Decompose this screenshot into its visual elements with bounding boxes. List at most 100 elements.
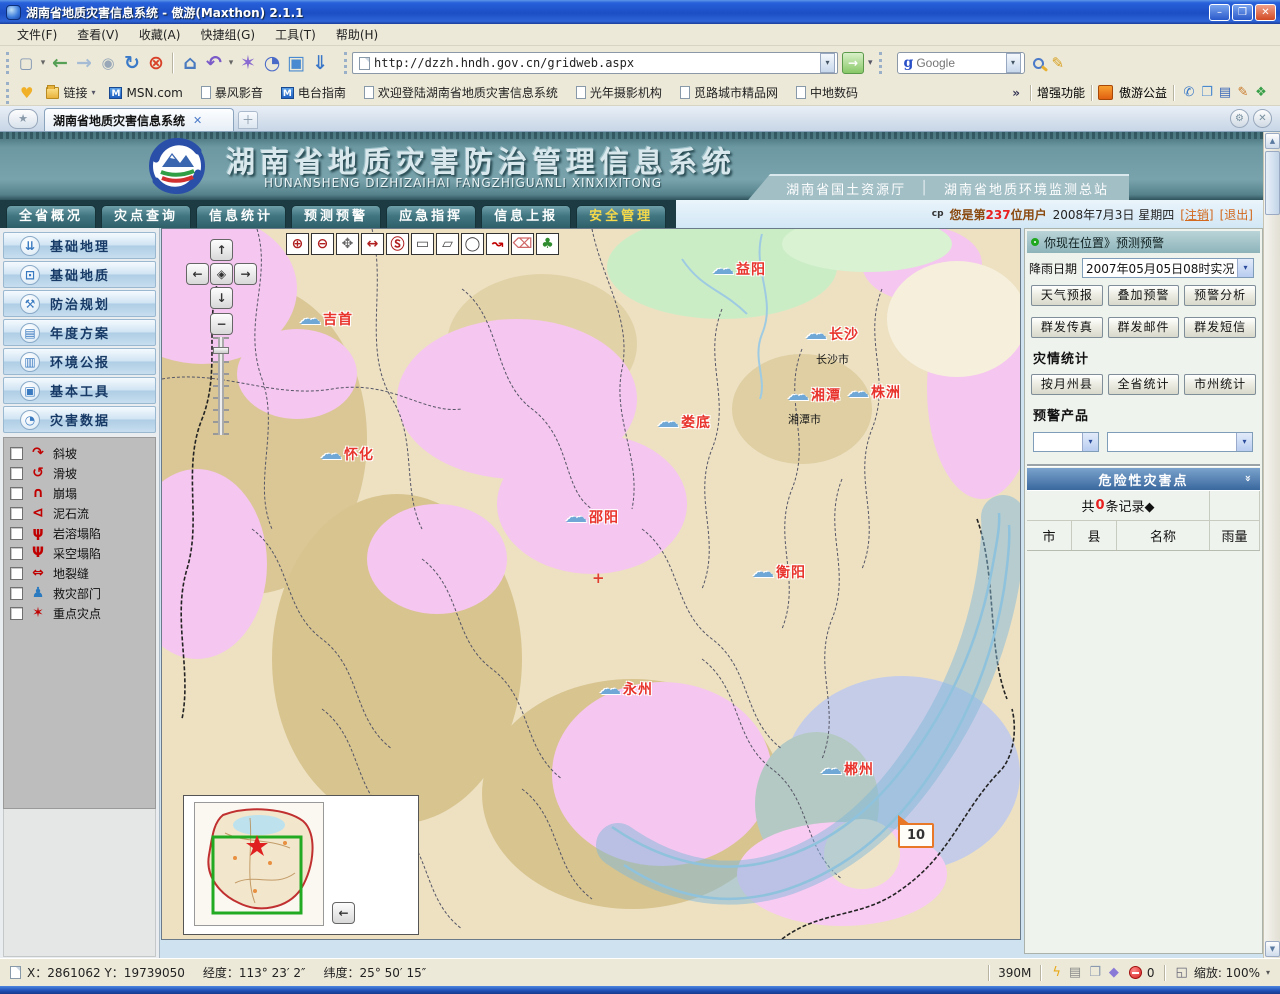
forward-button[interactable]: → — [72, 51, 96, 75]
undo-button[interactable]: ↶ — [202, 51, 226, 75]
bookmark-milu[interactable]: 觅路城市精品网 — [673, 84, 789, 101]
layer-checkbox[interactable] — [10, 607, 23, 620]
layer-tree-tool[interactable]: ♣ — [536, 233, 559, 255]
geo-env-monitor-link[interactable]: 湖南省地质环境监测总站 — [944, 179, 1109, 198]
layer-debris-flow[interactable]: ⊲ 泥石流 — [10, 503, 155, 523]
layer-collapse[interactable]: ∩ 崩塌 — [10, 483, 155, 503]
city-xiangtan[interactable]: ☁☁ 湘潭 — [787, 385, 841, 405]
pan-right-button[interactable]: → — [234, 263, 257, 285]
broadcast-action-button[interactable]: 群发短信 — [1184, 317, 1256, 338]
chevron-down-icon[interactable]: ▾ — [1237, 259, 1253, 277]
menu-item[interactable]: 文件(F) — [8, 24, 66, 45]
city-huaihua[interactable]: ☁☁ 怀化 — [320, 444, 374, 464]
layer-checkbox[interactable] — [10, 487, 23, 500]
city-yongzhou[interactable]: ☁☁ 永州 — [599, 679, 653, 699]
section-base-geology[interactable]: ⊡ 基础地质 — [3, 261, 156, 288]
layer-landslide[interactable]: ↺ 滑坡 — [10, 463, 155, 483]
scale-tool[interactable]: Ⓢ — [386, 233, 409, 255]
collapse-chevron-icon[interactable]: « — [1241, 473, 1254, 482]
pan-center-button[interactable]: ◈ — [210, 263, 233, 285]
measure-tool[interactable]: ↔ — [361, 233, 384, 255]
nav-tab-overview[interactable]: 全省概况 — [6, 205, 96, 228]
active-tab[interactable]: 湖南省地质灾害信息系统 ✕ — [44, 108, 234, 131]
layer-checkbox[interactable] — [10, 527, 23, 540]
notes-icon[interactable]: ▤ — [1216, 85, 1234, 100]
new-page-button[interactable]: ▢ — [14, 51, 38, 75]
stats-action-button[interactable]: 市州统计 — [1184, 374, 1256, 395]
cube-icon[interactable]: ❖ — [1252, 85, 1270, 100]
nav-tab-forecast[interactable]: 预测预警 — [291, 205, 381, 228]
eraser-tool[interactable]: ⌫ — [511, 233, 534, 255]
stop-button[interactable]: ⊗ — [144, 51, 168, 75]
overview-map[interactable] — [194, 802, 324, 926]
layer-checkbox[interactable] — [10, 567, 23, 580]
layer-checkbox[interactable] — [10, 587, 23, 600]
close-button[interactable]: ✕ — [1255, 4, 1276, 21]
new-window-icon[interactable]: ❐ — [1085, 965, 1105, 980]
undo-dropdown[interactable]: ▾ — [226, 51, 236, 75]
address-bar[interactable]: ▾ — [352, 52, 838, 74]
search-input[interactable] — [916, 56, 1005, 70]
danger-points-header[interactable]: 危险性灾害点 « — [1027, 468, 1260, 490]
pan-up-button[interactable]: ↑ — [210, 239, 233, 261]
forecast-action-button[interactable]: 预警分析 — [1184, 285, 1256, 306]
new-page-dropdown[interactable]: ▾ — [38, 51, 48, 75]
layer-rescue-dept[interactable]: ♟ 救灾部门 — [10, 583, 155, 603]
quit-link[interactable]: [退出] — [1220, 206, 1253, 223]
section-env-bulletin[interactable]: ▥ 环境公报 — [3, 348, 156, 375]
layer-karst-collapse[interactable]: ψ 岩溶塌陷 — [10, 523, 155, 543]
redline-tool[interactable]: ↝ — [486, 233, 509, 255]
section-disaster-data[interactable]: ◔ 灾害数据 — [3, 406, 156, 433]
inset-back-button[interactable]: ← — [332, 902, 355, 924]
toolbar-grip[interactable] — [6, 52, 9, 74]
lightning-icon[interactable]: ϟ — [1048, 965, 1065, 980]
bookmark-baofeng[interactable]: 暴风影音 — [194, 84, 274, 101]
minimize-button[interactable]: – — [1209, 4, 1230, 21]
city-chenzhou[interactable]: ☁☁ 郴州 — [820, 759, 874, 779]
rain-date-select[interactable]: 2007年05月05日08时实况 ▾ — [1082, 258, 1254, 278]
pan-tool[interactable]: ✥ — [336, 233, 359, 255]
menu-item[interactable]: 帮助(H) — [327, 24, 387, 45]
scroll-down-button[interactable]: ▼ — [1265, 941, 1280, 957]
window-switch-button[interactable]: ▣ — [284, 51, 308, 75]
tab-close-icon[interactable]: ✕ — [193, 114, 202, 127]
restore-button[interactable]: ❐ — [1232, 4, 1253, 21]
broadcast-action-button[interactable]: 群发邮件 — [1108, 317, 1180, 338]
zoom-slider[interactable] — [213, 337, 229, 435]
nav-tab-query[interactable]: 灾点查询 — [101, 205, 191, 228]
tab-panel-close-button[interactable]: ✕ — [1253, 109, 1272, 128]
go-button[interactable]: → — [842, 52, 864, 74]
highlighter-icon[interactable]: ✎ — [1052, 54, 1065, 72]
zoom-minus-button[interactable]: − — [210, 313, 233, 335]
logout-link[interactable]: [注销] — [1180, 206, 1213, 223]
menu-item[interactable]: 工具(T) — [266, 24, 325, 45]
resize-icon[interactable]: ◱ — [1172, 965, 1192, 980]
city-jishou[interactable]: ☁☁ 吉首 — [299, 309, 353, 329]
toolbar-separator[interactable] — [172, 52, 174, 74]
back-button[interactable]: ← — [48, 51, 72, 75]
favorites-star-button[interactable]: ★ — [8, 109, 38, 129]
addressbar-grip[interactable] — [344, 52, 347, 74]
search-grip[interactable] — [879, 52, 882, 74]
go-dropdown[interactable]: ▾ — [864, 58, 877, 68]
zoom-in-tool[interactable]: ⊕ — [286, 233, 309, 255]
nav-tab-stats[interactable]: 信息统计 — [196, 205, 286, 228]
scroll-thumb[interactable] — [1265, 151, 1280, 215]
warning-flag-marker[interactable]: 10 — [898, 823, 934, 848]
product-select-1[interactable]: ▾ — [1033, 432, 1099, 452]
map-area[interactable]: ⊕⊖✥↔Ⓢ▭▱◯↝⌫♣ ↑←◈→↓− ☁☁ 吉首 — [161, 228, 1021, 940]
bookmark-radio[interactable]: 电台指南 — [274, 84, 357, 101]
bookmark-welcome[interactable]: 欢迎登陆湖南省地质灾害信息系统 — [357, 84, 569, 101]
zoom-slider-handle[interactable] — [213, 347, 229, 354]
product-select-2[interactable]: ▾ — [1107, 432, 1253, 452]
search-icon[interactable] — [1033, 58, 1044, 69]
address-dropdown[interactable]: ▾ — [820, 53, 835, 73]
bookmarks-overflow-chevron[interactable]: » — [1008, 86, 1024, 100]
menu-item[interactable]: 查看(V) — [68, 24, 128, 45]
pan-left-button[interactable]: ← — [186, 263, 209, 285]
bookmarks-grip[interactable] — [6, 82, 9, 104]
home-button[interactable]: ⌂ — [178, 51, 202, 75]
layer-slope[interactable]: ↷ 斜坡 — [10, 443, 155, 463]
layer-checkbox[interactable] — [10, 467, 23, 480]
layer-checkbox[interactable] — [10, 447, 23, 460]
